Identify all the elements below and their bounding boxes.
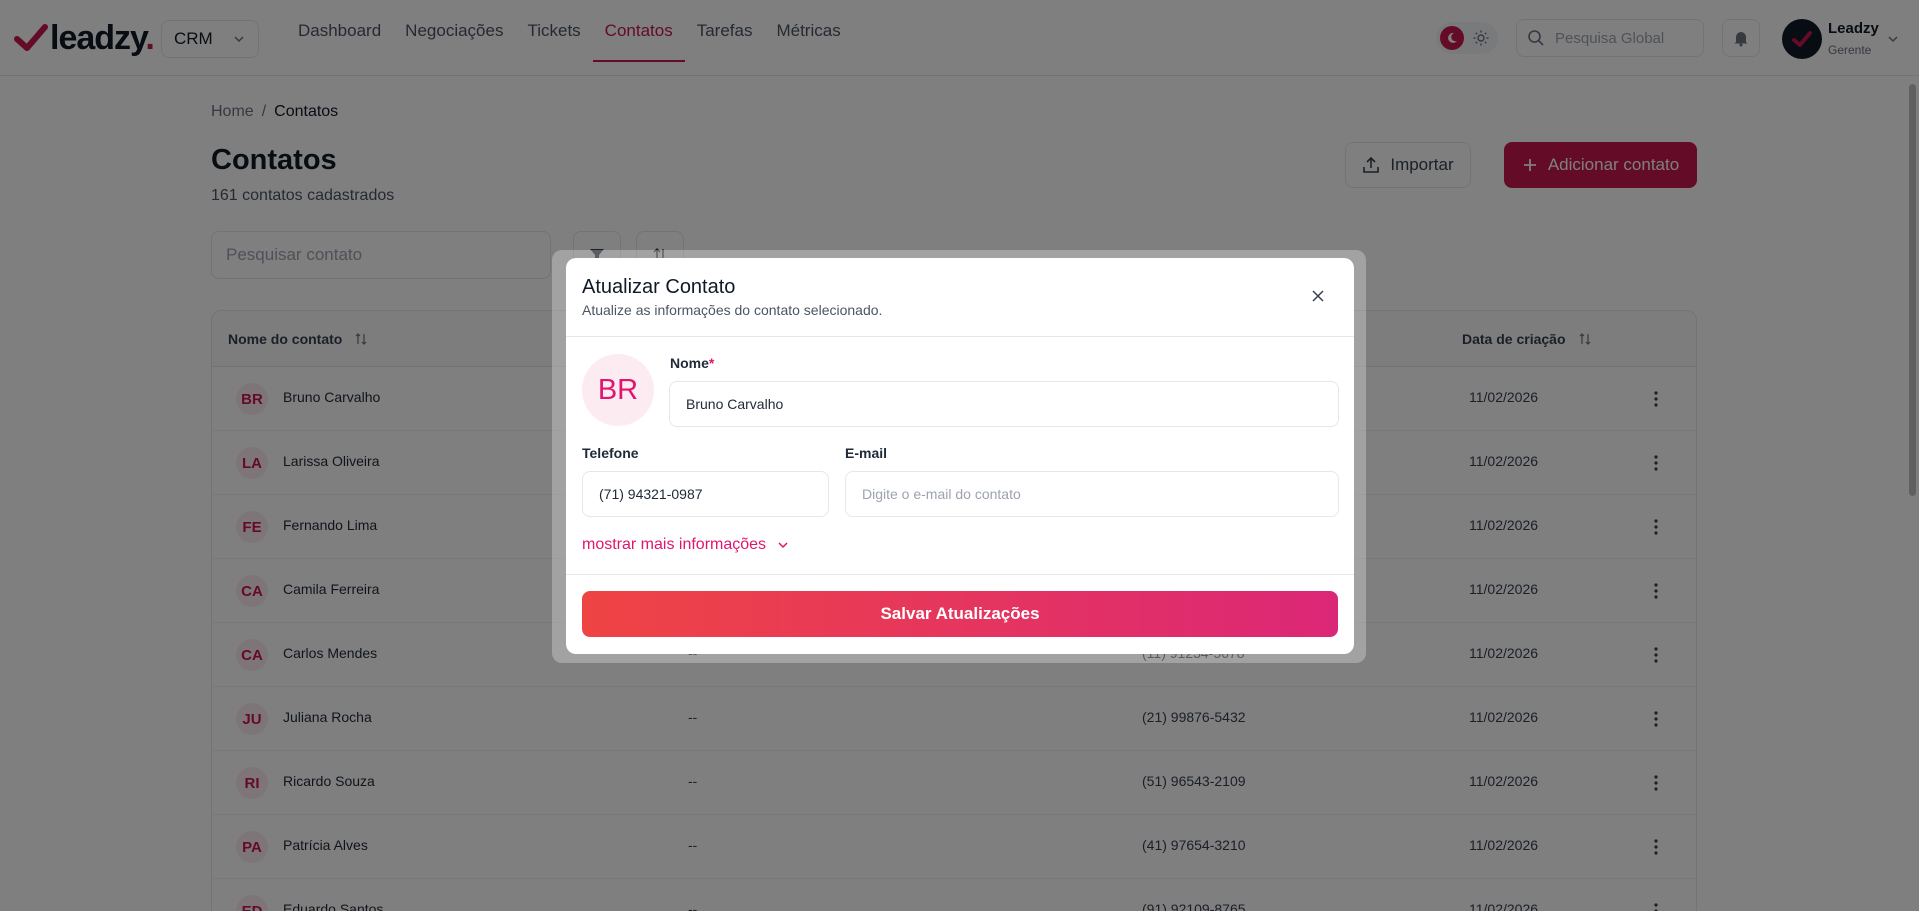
name-field[interactable]: Bruno Carvalho (669, 381, 1339, 427)
phone-field-value: (71) 94321-0987 (599, 486, 703, 502)
contact-avatar: BR (582, 354, 654, 426)
name-field-value: Bruno Carvalho (686, 396, 784, 412)
update-contact-modal: Atualizar Contato Atualize as informaçõe… (566, 258, 1354, 654)
name-label-text: Nome (670, 355, 709, 371)
phone-field[interactable]: (71) 94321-0987 (582, 471, 829, 517)
modal-subtitle: Atualize as informações do contato selec… (582, 302, 883, 318)
modal-divider (566, 574, 1354, 575)
save-updates-label: Salvar Atualizações (880, 604, 1040, 623)
modal-divider (566, 336, 1354, 337)
close-icon (1312, 290, 1324, 302)
email-label: E-mail (845, 445, 888, 461)
show-more-info-link[interactable]: mostrar mais informações (582, 536, 790, 554)
chevron-down-icon (778, 542, 788, 549)
close-button[interactable] (1306, 284, 1330, 308)
show-more-info-label: mostrar mais informações (582, 536, 767, 553)
email-field-placeholder: Digite o e-mail do contato (862, 486, 1021, 502)
name-label: Nome* (670, 355, 714, 371)
save-updates-button[interactable]: Salvar Atualizações (582, 591, 1338, 637)
modal-title: Atualizar Contato (582, 276, 736, 298)
phone-label: Telefone (582, 445, 639, 461)
required-mark: * (708, 355, 715, 371)
email-field[interactable]: Digite o e-mail do contato (845, 471, 1339, 517)
